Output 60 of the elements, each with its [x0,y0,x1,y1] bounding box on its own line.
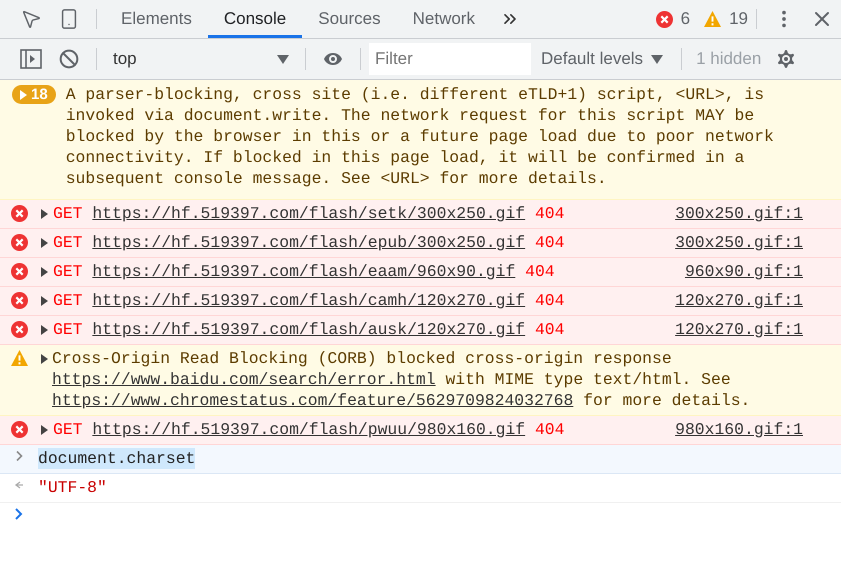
result-arrow-icon [13,479,25,491]
request-method: GET [53,203,83,224]
status-code: 404 [534,232,564,253]
message-link[interactable]: https://www.baidu.com/search/error.html [52,370,436,389]
warning-icon [10,350,28,366]
filter-field[interactable]: Filter [369,43,531,75]
context-selector[interactable]: top [105,39,297,79]
warning-count: 19 [729,9,748,29]
request-url-link[interactable]: https://hf.519397.com/flash/ausk/120x270.gif [92,319,526,340]
inspect-element-icon[interactable] [20,8,42,30]
error-count: 6 [680,9,690,29]
source-link[interactable]: 300x250.gif:1 [675,203,803,224]
request-url-link[interactable]: https://hf.519397.com/flash/camh/120x270.gif [92,290,526,311]
status-code: 404 [534,290,564,311]
source-link[interactable]: 300x250.gif:1 [675,232,803,253]
expand-icon[interactable] [41,238,48,248]
warning-message: A parser-blocking, cross site (i.e. different eTLD+1) script, <URL>, is invoked via document.write. The network request for this script MAY be blocked by the browser in this or a future page load due to poor network connectivity. If blocked in this page load, it will be confirmed in a subsequent console message. See <URL> for more details. [66,84,774,189]
warning-message: Cross-Origin Read Blocking (CORB) blocked cross-origin response https://www.baidu.com/search/error.html with MIME type text/html. See https://www.chromestatus.com/feature/5629709824032768 for more details. [52,348,752,411]
error-icon [10,292,28,309]
request-method: GET [53,419,83,440]
status-code: 404 [534,319,564,340]
request-url-link[interactable]: https://hf.519397.com/flash/epub/300x250.gif [92,232,526,253]
expand-icon[interactable] [41,324,48,334]
prompt-caret-icon[interactable] [14,508,24,520]
request-method: GET [53,319,83,340]
log-levels-dropdown[interactable]: Default levels [531,39,674,79]
request-url-link[interactable]: https://hf.519397.com/flash/setk/300x250.gif [92,203,526,224]
request-method: GET [53,290,83,311]
input-prompt-icon [14,450,24,462]
clear-console-icon[interactable] [59,49,79,69]
error-icon [10,205,28,222]
status-code: 404 [534,203,564,224]
error-icon [10,234,28,251]
hidden-count: 1 hidden [695,48,762,70]
message-link[interactable]: https://www.chromestatus.com/feature/5629709824032768 [52,391,574,410]
source-link[interactable]: 980x160.gif:1 [675,419,803,440]
expand-icon[interactable] [41,424,48,434]
expand-icon[interactable] [41,296,48,306]
expand-icon[interactable] [41,208,48,218]
result-value: "UTF-8" [38,477,107,498]
request-method: GET [53,261,83,282]
error-icon [10,421,28,438]
source-link[interactable]: 960x90.gif:1 [684,261,803,282]
warning-icon [704,11,722,27]
panel-tab[interactable]: Sources [302,3,397,38]
error-icon [10,263,28,280]
panel-tab[interactable]: Network [396,3,491,38]
request-url-link[interactable]: https://hf.519397.com/flash/eaam/960x90.gif [92,261,516,282]
request-method: GET [53,232,83,253]
expand-icon[interactable] [41,354,48,364]
request-url-link[interactable]: https://hf.519397.com/flash/pwuu/980x160.gif [92,419,526,440]
sidebar-toggle-icon[interactable] [20,49,42,69]
source-link[interactable]: 120x270.gif:1 [675,290,803,311]
source-link[interactable]: 120x270.gif:1 [675,319,803,340]
expand-icon[interactable] [41,266,48,276]
panel-tab[interactable]: Elements [105,3,208,38]
status-code: 404 [525,261,555,282]
status-code: 404 [534,419,564,440]
error-icon [10,321,28,338]
error-icon [656,10,673,28]
